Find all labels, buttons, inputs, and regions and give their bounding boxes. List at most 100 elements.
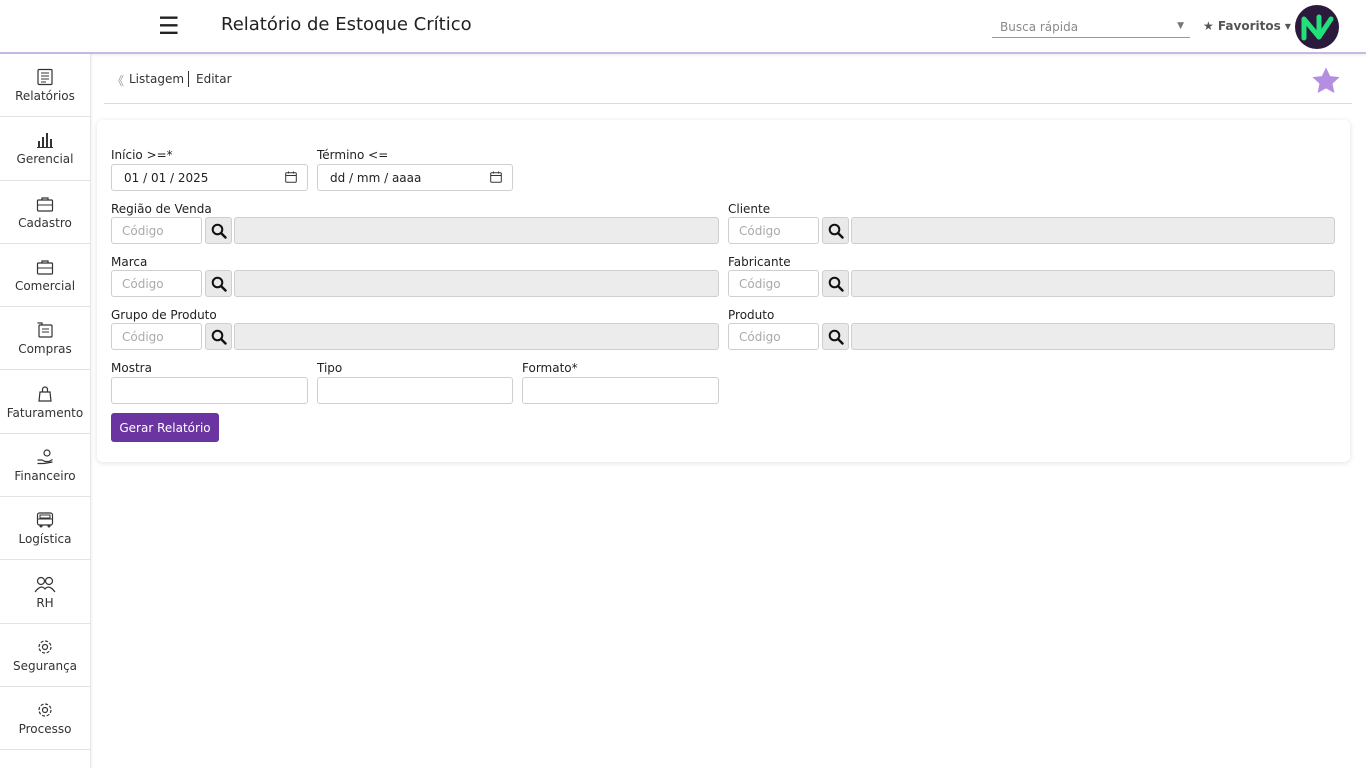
sidebar-item-rh[interactable]: RH (0, 560, 90, 624)
marca-search-button[interactable] (205, 270, 232, 297)
bag-icon (36, 384, 54, 404)
tipo-label: Tipo (317, 361, 343, 375)
truck-icon (36, 510, 54, 530)
cliente-label: Cliente (728, 202, 771, 216)
regiao-venda-code-input[interactable]: Código (111, 217, 202, 244)
briefcase-icon (36, 257, 54, 277)
formato-label: Formato* (522, 361, 578, 375)
sidebar-item-faturamento[interactable]: Faturamento (0, 370, 90, 434)
favorites-menu[interactable]: ★ Favoritos ▾ (1203, 19, 1291, 33)
sidebar-item-financeiro[interactable]: Financeiro (0, 434, 90, 498)
grupo-produto-placeholder: Código (122, 330, 164, 344)
sidebar-item-compras[interactable]: Compras (0, 307, 90, 371)
quick-search-placeholder: Busca rápida (1000, 20, 1079, 34)
fabricante-description-field (851, 270, 1335, 297)
regiao-venda-search-button[interactable] (205, 217, 232, 244)
regiao-venda-placeholder: Código (122, 224, 164, 238)
marca-description-field (234, 270, 719, 297)
fabricante-placeholder: Código (739, 277, 781, 291)
menu-icon[interactable]: ☰ (158, 12, 180, 40)
money-hand-icon (36, 447, 54, 467)
sidebar-item-comercial[interactable]: Comercial (0, 244, 90, 308)
marca-code-input[interactable]: Código (111, 270, 202, 297)
search-icon (828, 276, 844, 292)
fabricante-code-input[interactable]: Código (728, 270, 819, 297)
sidebar-item-label: Comercial (14, 279, 76, 294)
breadcrumb-separator (188, 71, 189, 87)
fabricante-search-button[interactable] (822, 270, 849, 297)
sidebar-item-relatorios[interactable]: Relatórios (0, 54, 90, 118)
sidebar-item-cadastro[interactable]: Cadastro (0, 181, 90, 244)
inicio-date-input[interactable]: 01 / 01 / 2025 (111, 164, 308, 191)
sidebar-item-seguranca[interactable]: Segurança (0, 624, 90, 687)
termino-label: Término <= (317, 148, 389, 162)
people-icon (34, 574, 56, 594)
breadcrumb: 《 Listagem Editar (104, 66, 1352, 104)
generate-report-button[interactable]: Gerar Relatório (111, 413, 219, 442)
company-logo[interactable] (1295, 5, 1339, 49)
gear-icon (36, 637, 54, 657)
search-icon (211, 276, 227, 292)
regiao-venda-label: Região de Venda (111, 202, 212, 216)
inicio-date-value: 01 / 01 / 2025 (124, 171, 209, 185)
cliente-search-button[interactable] (822, 217, 849, 244)
search-icon (828, 223, 844, 239)
mostra-label: Mostra (111, 361, 152, 375)
back-icon[interactable]: 《 (112, 72, 124, 89)
briefcase-icon (36, 194, 54, 214)
produto-code-input[interactable]: Código (728, 323, 819, 350)
formato-select[interactable] (522, 377, 719, 404)
grupo-produto-code-input[interactable]: Código (111, 323, 202, 350)
top-header: ☰ Relatório de Estoque Crítico Busca ráp… (0, 0, 1366, 54)
purchases-icon (36, 320, 54, 340)
sidebar-item-label: Gerencial (16, 152, 74, 167)
grupo-produto-description-field (234, 323, 719, 350)
logo-mark-icon (1301, 14, 1334, 41)
mostra-select[interactable] (111, 377, 308, 404)
sidebar-item-label: Processo (18, 722, 72, 737)
produto-placeholder: Código (739, 330, 781, 344)
chart-bars-icon (36, 130, 54, 150)
page-title: Relatório de Estoque Crítico (221, 14, 472, 35)
marca-label: Marca (111, 255, 148, 269)
cliente-placeholder: Código (739, 224, 781, 238)
search-icon (211, 223, 227, 239)
grupo-produto-label: Grupo de Produto (111, 308, 217, 322)
cliente-code-input[interactable]: Código (728, 217, 819, 244)
quick-search-select[interactable]: Busca rápida ▼ (992, 16, 1190, 38)
sidebar-item-label: Compras (18, 342, 72, 357)
search-icon (211, 329, 227, 345)
search-icon (828, 329, 844, 345)
sidebar-item-gerencial[interactable]: Gerencial (0, 117, 90, 181)
gear-icon (36, 700, 54, 720)
sidebar: Relatórios Gerencial Cadastro Comercial … (0, 54, 91, 768)
inicio-label: Início >=* (111, 148, 173, 162)
sidebar-item-label: RH (36, 595, 54, 610)
caret-down-icon: ▼ (1177, 21, 1184, 31)
grupo-produto-search-button[interactable] (205, 323, 232, 350)
sidebar-item-label: Faturamento (6, 405, 84, 420)
report-form-card: Início >=* 01 / 01 / 2025 Término <= dd … (97, 120, 1350, 462)
report-icon (36, 67, 54, 87)
breadcrumb-listagem-link[interactable]: Listagem (129, 72, 184, 86)
calendar-icon[interactable] (285, 171, 297, 186)
produto-description-field (851, 323, 1335, 350)
sidebar-item-label: Financeiro (14, 468, 76, 483)
regiao-venda-description-field (234, 217, 719, 244)
calendar-icon[interactable] (490, 171, 502, 186)
tipo-select[interactable] (317, 377, 513, 404)
termino-date-input[interactable]: dd / mm / aaaa (317, 164, 513, 191)
fabricante-label: Fabricante (728, 255, 791, 269)
sidebar-item-logistica[interactable]: Logística (0, 497, 90, 561)
sidebar-item-label: Cadastro (18, 215, 72, 230)
sidebar-item-label: Segurança (12, 658, 78, 673)
termino-date-value: dd / mm / aaaa (330, 171, 422, 185)
cliente-description-field (851, 217, 1335, 244)
favorite-star-icon[interactable] (1310, 65, 1342, 97)
sidebar-item-label: Logística (18, 532, 72, 547)
breadcrumb-editar: Editar (196, 72, 232, 86)
sidebar-item-processo[interactable]: Processo (0, 687, 90, 751)
produto-search-button[interactable] (822, 323, 849, 350)
marca-placeholder: Código (122, 277, 164, 291)
produto-label: Produto (728, 308, 775, 322)
